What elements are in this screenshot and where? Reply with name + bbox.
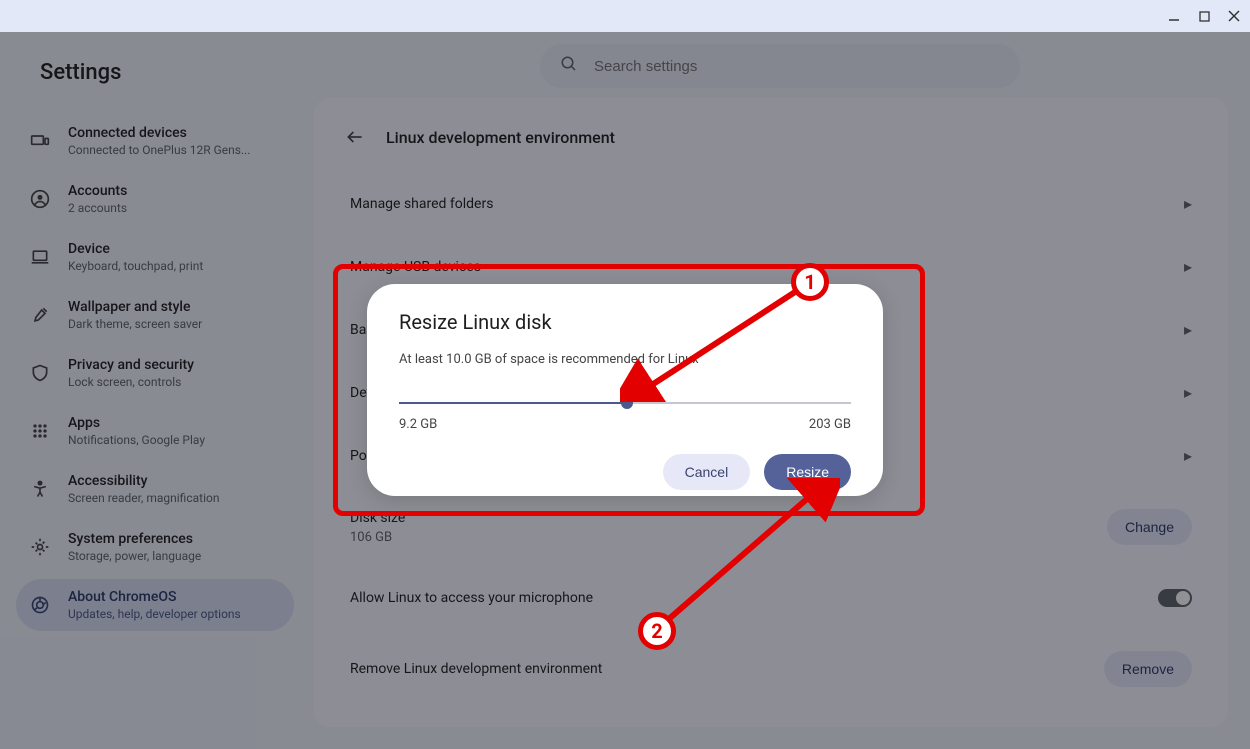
disk-size-slider[interactable] — [399, 395, 851, 411]
resize-button[interactable]: Resize — [764, 454, 851, 490]
resize-linux-disk-dialog: Resize Linux disk At least 10.0 GB of sp… — [367, 284, 883, 496]
dialog-description: At least 10.0 GB of space is recommended… — [399, 352, 851, 367]
window-maximize-button[interactable] — [1196, 8, 1212, 24]
dialog-title: Resize Linux disk — [399, 310, 851, 334]
slider-min-label: 9.2 GB — [399, 417, 437, 432]
window-close-button[interactable] — [1226, 8, 1242, 24]
window-minimize-button[interactable] — [1166, 8, 1182, 24]
slider-thumb[interactable] — [621, 397, 633, 409]
slider-fill — [399, 402, 627, 404]
window-titlebar — [0, 0, 1250, 32]
slider-max-label: 203 GB — [809, 417, 851, 432]
cancel-button[interactable]: Cancel — [663, 454, 751, 490]
